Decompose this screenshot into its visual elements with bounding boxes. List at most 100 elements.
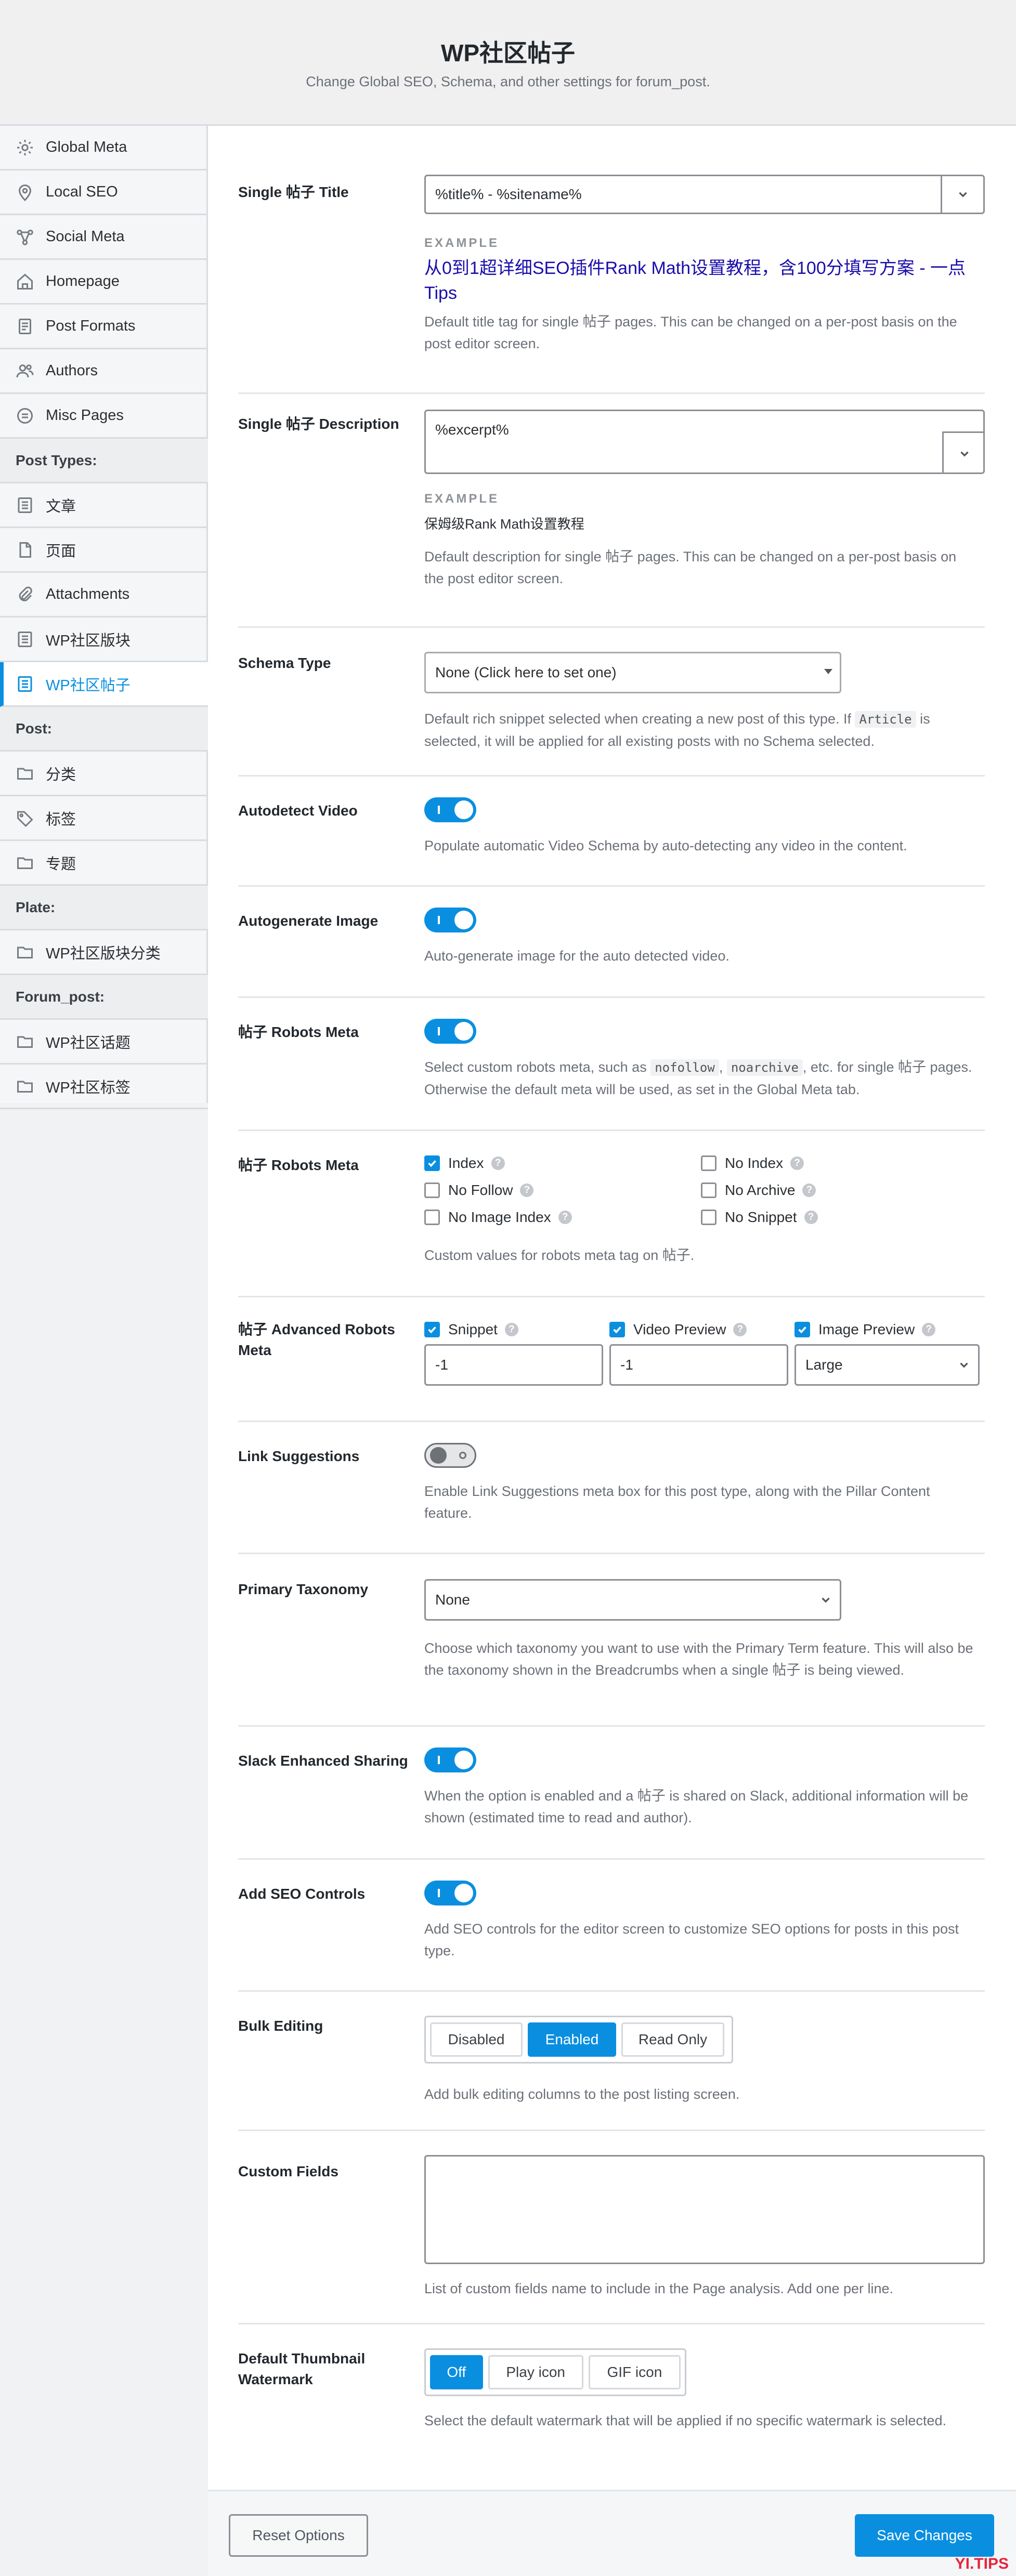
setting-thumbnail-watermark: Default Thumbnail Watermark Off Play ico…: [238, 2324, 985, 2490]
sidebar-item-forum-plate[interactable]: WP社区版块: [0, 617, 208, 662]
setting-schema-type: Schema Type None (Click here to set one)…: [238, 628, 985, 777]
robots-index-checkbox[interactable]: Index?: [424, 1155, 505, 1172]
title-input-value: %title% - %sitename%: [435, 186, 582, 202]
bulk-editing-segmented: Disabled Enabled Read Only: [424, 2016, 733, 2064]
video-preview-length-input[interactable]: -1: [609, 1344, 788, 1386]
sidebar-item-attachments[interactable]: Attachments: [0, 573, 208, 617]
sidebar-item-post-formats[interactable]: Post Formats: [0, 305, 208, 349]
setting-description: Default description for single 帖子 pages.…: [424, 549, 957, 586]
setting-label: 帖子 Advanced Robots Meta: [238, 1321, 395, 1358]
help-icon[interactable]: ?: [790, 1156, 804, 1170]
sidebar-item-local-seo[interactable]: Local SEO: [0, 170, 208, 215]
sidebar-item-label: Authors: [46, 362, 98, 379]
image-preview-select[interactable]: Large: [794, 1344, 980, 1386]
title-input[interactable]: %title% - %sitename%: [424, 175, 985, 214]
description-input-value: %excerpt%: [435, 422, 509, 438]
help-icon[interactable]: ?: [733, 1323, 747, 1336]
sidebar-item-tag[interactable]: 标签: [0, 796, 208, 841]
robots-noindex-checkbox[interactable]: No Index?: [701, 1155, 804, 1172]
tag-icon: [16, 809, 34, 827]
robots-meta-toggle[interactable]: [424, 1019, 476, 1044]
advanced-snippet-checkbox[interactable]: Snippet?: [424, 1321, 518, 1338]
desc-text: ,: [719, 1059, 723, 1075]
robots-nofollow-checkbox[interactable]: No Follow?: [424, 1182, 534, 1199]
sidebar-item-label: WP社区话题: [46, 1034, 131, 1052]
sidebar-item-label: Attachments: [46, 586, 130, 602]
help-icon[interactable]: ?: [558, 1211, 572, 1224]
snippet-length-input[interactable]: -1: [424, 1344, 603, 1386]
sidebar-group-plate: Plate:: [0, 886, 208, 930]
robots-nosnippet-checkbox[interactable]: No Snippet?: [701, 1209, 818, 1226]
checkbox-label: No Index: [725, 1155, 784, 1171]
setting-description: Choose which taxonomy you want to use wi…: [424, 1640, 973, 1678]
slack-sharing-toggle[interactable]: [424, 1747, 476, 1772]
chevron-down-icon: [819, 1593, 832, 1607]
advanced-image-preview-checkbox[interactable]: Image Preview?: [794, 1321, 936, 1338]
setting-description: Select custom robots meta, such as nofol…: [424, 1056, 981, 1100]
setting-bulk-editing: Bulk Editing Disabled Enabled Read Only …: [238, 1992, 985, 2131]
setting-single-description: Single 帖子 Description %excerpt% EXAMPLE …: [238, 394, 985, 628]
help-icon[interactable]: ?: [504, 1323, 518, 1336]
setting-advanced-robots: 帖子 Advanced Robots Meta Snippet? Video P…: [238, 1297, 985, 1422]
help-icon[interactable]: ?: [491, 1156, 505, 1170]
setting-autogenerate-image: Autogenerate Image Auto-generate image f…: [238, 887, 985, 998]
watermark-off-option[interactable]: Off: [430, 2355, 483, 2389]
checkbox-label: No Image Index: [448, 1209, 551, 1225]
title-variables-button[interactable]: [941, 176, 983, 213]
help-icon[interactable]: ?: [804, 1211, 818, 1224]
description-variables-button[interactable]: [942, 431, 985, 474]
share-icon: [16, 228, 34, 246]
link-suggestions-toggle[interactable]: [424, 1443, 476, 1468]
bulk-disabled-option[interactable]: Disabled: [430, 2022, 523, 2057]
setting-description: Auto-generate image for the auto detecte…: [424, 948, 730, 964]
setting-description: Add SEO controls for the editor screen t…: [424, 1921, 959, 1959]
help-icon[interactable]: ?: [922, 1323, 936, 1336]
setting-description: List of custom fields name to include in…: [424, 2281, 894, 2296]
robots-noarchive-checkbox[interactable]: No Archive?: [701, 1182, 816, 1199]
save-changes-button[interactable]: Save Changes: [855, 2514, 994, 2557]
schema-type-select[interactable]: None (Click here to set one): [424, 652, 841, 693]
sidebar-item-homepage[interactable]: Homepage: [0, 260, 208, 305]
setting-link-suggestions: Link Suggestions Enable Link Suggestions…: [238, 1422, 985, 1554]
advanced-video-preview-checkbox[interactable]: Video Preview?: [609, 1321, 747, 1338]
folder-icon: [16, 853, 34, 872]
setting-single-title: Single 帖子 Title %title% - %sitename% EXA…: [238, 162, 985, 394]
setting-autodetect-video: Autodetect Video Populate automatic Vide…: [238, 777, 985, 887]
sidebar-item-authors[interactable]: Authors: [0, 349, 208, 394]
reset-options-button[interactable]: Reset Options: [229, 2514, 368, 2557]
sidebar-item-forum-topic[interactable]: WP社区话题: [0, 1020, 208, 1064]
watermark-play-icon-option[interactable]: Play icon: [488, 2355, 583, 2389]
page-icon: [16, 541, 34, 559]
autodetect-video-toggle[interactable]: [424, 797, 476, 822]
sidebar-group-forum-post: Forum_post:: [0, 975, 208, 1020]
folder-icon: [16, 943, 34, 962]
setting-label: 帖子 Robots Meta: [238, 1024, 359, 1040]
checkbox-label: Image Preview: [818, 1321, 915, 1337]
help-icon[interactable]: ?: [520, 1184, 534, 1197]
primary-taxonomy-select[interactable]: None: [424, 1579, 841, 1621]
bulk-enabled-option[interactable]: Enabled: [528, 2022, 616, 2057]
home-icon: [16, 272, 34, 291]
select-value: None: [435, 1592, 470, 1608]
sidebar-item-page[interactable]: 页面: [0, 528, 208, 573]
schema-type-value: None (Click here to set one): [435, 664, 617, 680]
sidebar-item-topic[interactable]: 专题: [0, 841, 208, 886]
sidebar-item-category[interactable]: 分类: [0, 752, 208, 796]
custom-fields-textarea[interactable]: [424, 2155, 985, 2264]
description-textarea[interactable]: %excerpt%: [424, 410, 985, 474]
setting-label: Link Suggestions: [238, 1448, 360, 1464]
sidebar-item-social-meta[interactable]: Social Meta: [0, 215, 208, 260]
seo-controls-toggle[interactable]: [424, 1881, 476, 1905]
sidebar-item-plate-category[interactable]: WP社区版块分类: [0, 930, 208, 975]
help-icon[interactable]: ?: [802, 1184, 816, 1197]
autogenerate-image-toggle[interactable]: [424, 908, 476, 932]
watermark-gif-icon-option[interactable]: GIF icon: [588, 2355, 681, 2389]
sidebar-item-forum-post[interactable]: WP社区帖子: [0, 662, 208, 707]
robots-noimageindex-checkbox[interactable]: No Image Index?: [424, 1209, 572, 1226]
desc-text: Select custom robots meta, such as: [424, 1059, 647, 1075]
sidebar-item-forum-tag[interactable]: WP社区标签: [0, 1064, 208, 1109]
sidebar-item-post[interactable]: 文章: [0, 483, 208, 528]
bulk-readonly-option[interactable]: Read Only: [621, 2022, 724, 2057]
sidebar-item-misc-pages[interactable]: Misc Pages: [0, 394, 208, 439]
sidebar-item-global-meta[interactable]: Global Meta: [0, 126, 208, 170]
